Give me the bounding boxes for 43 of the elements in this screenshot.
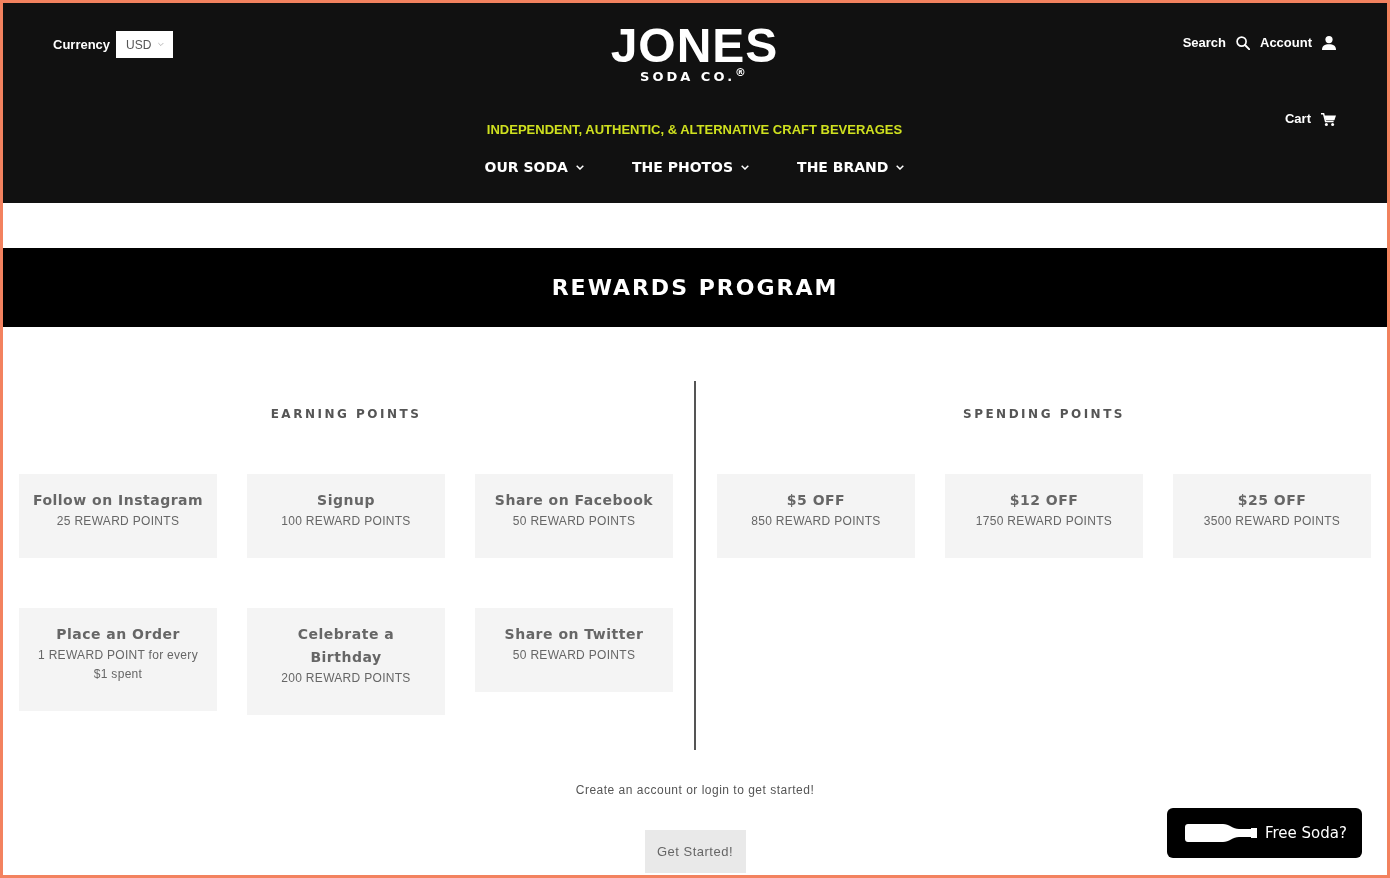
chevron-down-icon xyxy=(896,164,905,170)
reward-title: $5 OFF xyxy=(785,491,847,510)
account-link[interactable]: Account xyxy=(1260,35,1336,51)
reward-points: 200 REWARD POINTS xyxy=(280,670,412,687)
reward-title: $12 OFF xyxy=(1008,491,1080,510)
reward-points: 100 REWARD POINTS xyxy=(280,513,412,530)
page-title: REWARDS PROGRAM xyxy=(551,275,839,300)
reward-points: 50 REWARD POINTS xyxy=(511,513,637,530)
reward-points: 1750 REWARD POINTS xyxy=(974,513,1114,530)
cart-icon xyxy=(1321,112,1336,126)
reward-points: 3500 REWARD POINTS xyxy=(1202,513,1342,530)
chevron-down-icon xyxy=(575,164,584,170)
currency-select[interactable]: USD xyxy=(116,31,174,58)
get-started-button[interactable]: Get Started! xyxy=(644,830,746,873)
reward-points: 25 REWARD POINTS xyxy=(55,513,181,530)
logo-wordmark: JONES xyxy=(610,26,779,66)
section-heading: EARNING POINTS xyxy=(269,406,423,423)
section-heading: SPENDING POINTS xyxy=(962,406,1126,423)
nav-link[interactable]: OUR SODA xyxy=(484,157,584,178)
chevron-down-icon xyxy=(158,42,165,47)
tagline: INDEPENDENT, AUTHENTIC, & ALTERNATIVE CRAFT BEVERAGES xyxy=(486,121,903,140)
reward-title: $25 OFF xyxy=(1236,491,1308,510)
reward-points: 1 REWARD POINT for every $1 spent xyxy=(37,647,199,683)
cart-link[interactable]: Cart xyxy=(1285,111,1336,127)
cta-text: Create an account or login to get started! xyxy=(574,782,816,799)
reward-title: Place an Order xyxy=(55,625,181,644)
search-link[interactable]: Search xyxy=(1182,35,1250,51)
reward-title: Share on Facebook xyxy=(493,491,655,510)
reward-title: Celebrate a Birthday xyxy=(296,625,396,667)
currency-label: Currency xyxy=(53,36,111,54)
logo-subtitle: SODA CO.$^{®}$ xyxy=(640,66,749,85)
nav-link[interactable]: THE BRAND xyxy=(797,157,905,178)
reward-title: Share on Twitter xyxy=(503,625,645,644)
reward-title: Signup xyxy=(316,491,376,510)
reward-title: Follow on Instagram xyxy=(32,491,204,510)
reward-points: 850 REWARD POINTS xyxy=(750,513,882,530)
reward-points: 50 REWARD POINTS xyxy=(511,647,637,664)
bottle-icon xyxy=(1185,823,1257,843)
search-icon xyxy=(1236,36,1250,50)
nav-link[interactable]: THE PHOTOS xyxy=(631,157,750,178)
chevron-down-icon xyxy=(741,164,750,170)
free-soda-button[interactable]: Free Soda? xyxy=(1167,808,1362,858)
user-icon xyxy=(1322,36,1336,50)
